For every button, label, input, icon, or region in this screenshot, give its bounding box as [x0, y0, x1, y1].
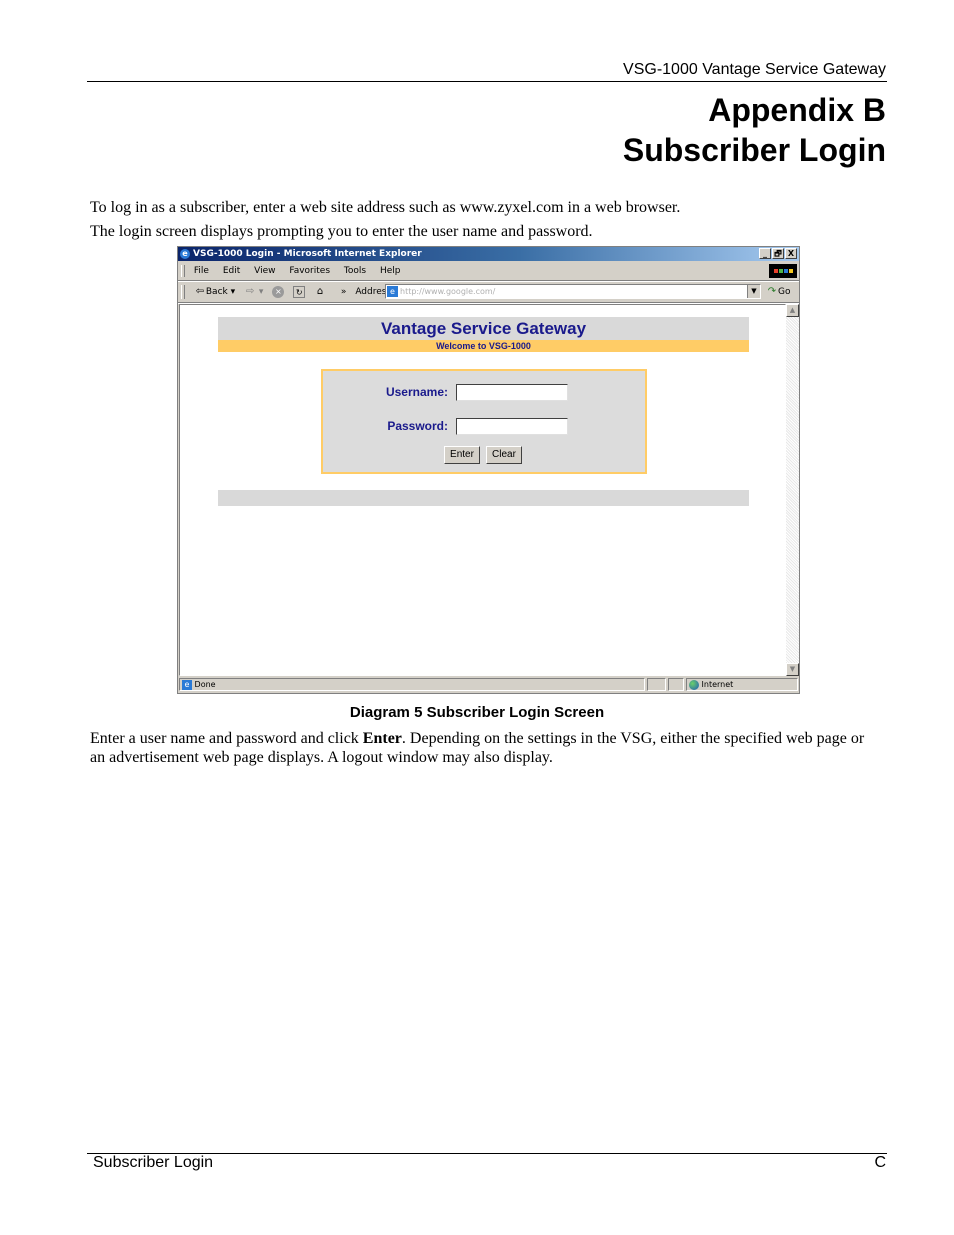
menu-bar: File Edit View Favorites Tools Help [178, 263, 799, 279]
status-zone: Internet [701, 680, 734, 689]
password-label: Password: [387, 419, 448, 433]
status-bar: e Done Internet [178, 677, 799, 693]
address-bar[interactable]: e http://www.google.com/ ▼ [385, 284, 761, 299]
page-icon: e [387, 286, 398, 297]
intro-paragraph-2: The login screen displays prompting you … [90, 223, 593, 240]
status-panel-empty-2 [668, 678, 684, 691]
page-footer-bar [218, 490, 749, 506]
stop-button[interactable]: × [272, 285, 285, 298]
header-rule [87, 81, 887, 82]
window-title: VSG-1000 Login - Microsoft Internet Expl… [193, 249, 422, 259]
back-dropdown-icon[interactable]: ▾ [231, 287, 236, 297]
status-text: Done [194, 680, 216, 689]
enter-emphasis: Enter [362, 730, 402, 747]
ie-icon: e [180, 249, 190, 259]
menu-help[interactable]: Help [380, 266, 401, 276]
figure-caption: Diagram 5 Subscriber Login Screen [349, 704, 605, 721]
body-paragraph: Enter a user name and password and click… [90, 730, 865, 766]
title-bar: e VSG-1000 Login - Microsoft Internet Exp… [178, 247, 799, 261]
menu-file[interactable]: File [194, 266, 209, 276]
vertical-scrollbar[interactable]: ▲ ▼ [786, 304, 799, 676]
close-button[interactable]: X [785, 248, 797, 259]
password-input[interactable] [456, 418, 568, 435]
scroll-down-icon[interactable]: ▼ [786, 663, 799, 676]
menu-view[interactable]: View [254, 266, 275, 276]
username-label: Username: [385, 385, 448, 399]
forward-dropdown-icon[interactable]: ▾ [259, 287, 264, 297]
running-header: VSG-1000 Vantage Service Gateway [623, 61, 886, 78]
vsg-welcome-banner: Welcome to VSG-1000 [218, 340, 749, 352]
menu-edit[interactable]: Edit [223, 266, 240, 276]
toolbar: ⇦ Back ▾ ⇨ ▾ × ↻ ⌂ » Address e http://www… [178, 282, 799, 302]
appendix-title: Appendix B [708, 92, 886, 128]
menu-tools[interactable]: Tools [344, 266, 366, 276]
minimize-button[interactable]: _ [759, 248, 771, 259]
toolbar-grip [181, 285, 185, 299]
intro-paragraph-1: To log in as a subscriber, enter a web s… [90, 199, 681, 216]
appendix-subtitle: Subscriber Login [622, 132, 886, 168]
status-text-panel: e Done [179, 678, 645, 691]
footer-page-number: C [874, 1154, 886, 1171]
status-panel-empty-1 [647, 678, 666, 691]
address-value: http://www.google.com/ [400, 287, 496, 296]
menu-grip [181, 265, 185, 277]
scroll-up-icon[interactable]: ▲ [786, 304, 799, 317]
username-input[interactable] [456, 384, 568, 401]
windows-logo-icon [769, 264, 797, 278]
vsg-page-heading: Vantage Service Gateway [218, 317, 749, 340]
restore-button[interactable]: 🗗 [772, 248, 784, 259]
page-done-icon: e [182, 679, 192, 690]
home-button[interactable]: ⌂ [314, 286, 326, 298]
browser-viewport: Vantage Service Gateway Welcome to VSG-1… [179, 304, 786, 676]
toolbar-chevron[interactable]: » [341, 282, 347, 302]
forward-arrow-icon: ⇨ [245, 285, 255, 297]
back-button[interactable]: ⇦ Back ▾ [194, 282, 235, 302]
login-form: Username: Password: Enter Clear [321, 369, 647, 474]
address-dropdown-icon[interactable]: ▼ [747, 285, 760, 298]
go-button[interactable]: ↷ Go [766, 282, 791, 302]
footer-section-title: Subscriber Login [93, 1154, 214, 1171]
menu-favorites[interactable]: Favorites [289, 266, 330, 276]
browser-window: e VSG-1000 Login - Microsoft Internet Exp… [177, 246, 800, 694]
go-arrow-icon: ↷ [767, 285, 777, 297]
enter-button[interactable]: Enter [444, 446, 480, 464]
status-zone-panel: Internet [686, 678, 798, 691]
forward-button[interactable]: ⇨ ▾ [244, 282, 264, 302]
clear-button[interactable]: Clear [486, 446, 522, 464]
refresh-button[interactable]: ↻ [293, 285, 306, 298]
back-arrow-icon: ⇦ [195, 285, 205, 297]
globe-icon [689, 679, 699, 690]
